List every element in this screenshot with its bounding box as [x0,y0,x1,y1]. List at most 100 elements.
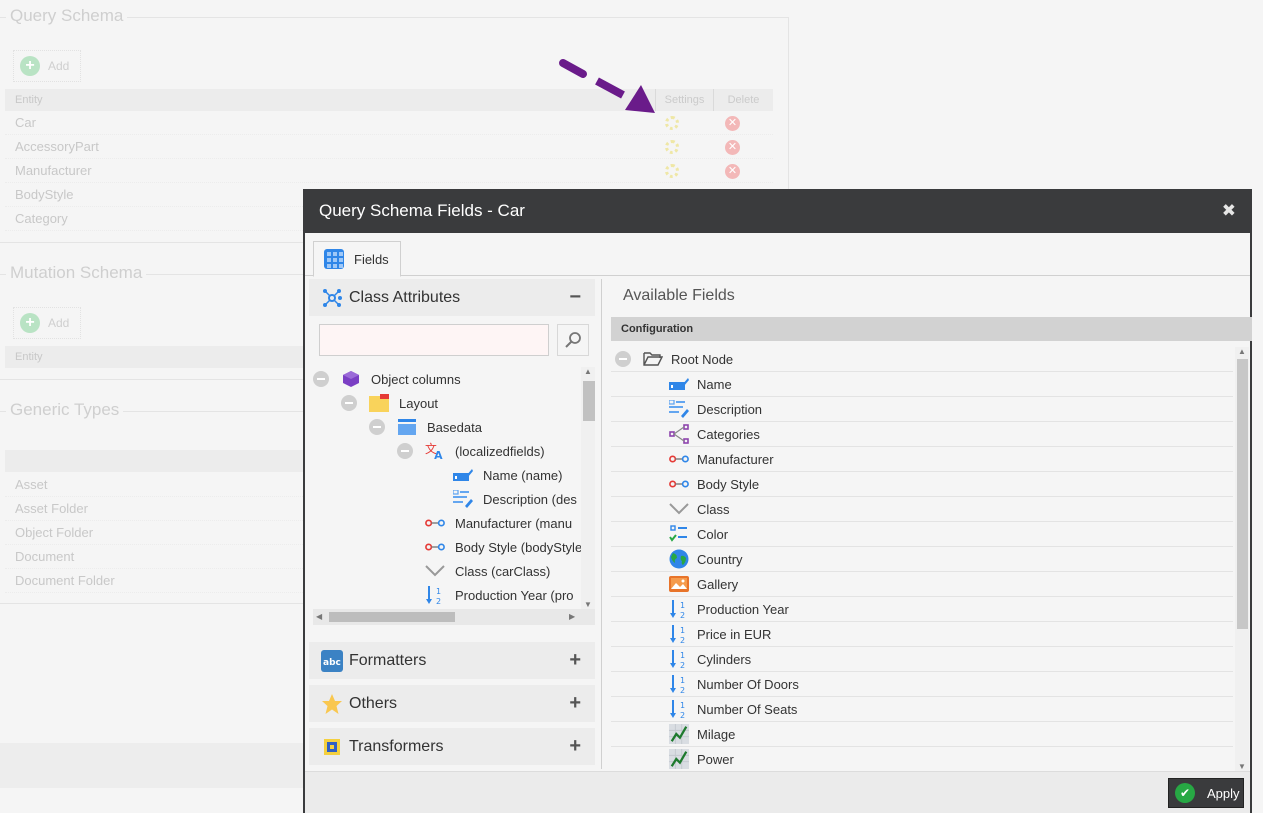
section-transformers[interactable]: Transformers + [309,728,595,765]
scroll-up-icon[interactable]: ▲ [584,367,592,376]
generic-types-header [5,450,305,472]
tree-node[interactable]: Manufacturer (manu [425,511,572,535]
apply-button[interactable]: ✔ Apply [1168,778,1244,808]
scroll-thumb[interactable] [1237,359,1248,629]
tree-node[interactable]: Basedata [369,415,482,439]
settings-gear-icon[interactable] [665,164,679,178]
table-row[interactable]: Document Folder [5,569,305,593]
delete-icon[interactable]: ✕ [725,164,740,179]
chip-icon [321,736,343,758]
tree-node[interactable]: Layout [341,391,438,415]
configuration-header[interactable]: Configuration [611,317,1252,341]
scroll-down-icon[interactable]: ▼ [584,600,592,609]
tree-node[interactable]: 文A (localizedfields) [397,439,545,463]
scroll-up-icon[interactable]: ▲ [1238,347,1246,356]
field-item[interactable]: 12 Production Year [611,597,1233,622]
grid-icon [324,249,344,269]
collapse-icon[interactable] [369,419,385,435]
scroll-thumb[interactable] [329,612,455,622]
star-icon [321,693,343,715]
collapse-icon[interactable] [397,443,413,459]
layout-folder-icon [369,393,389,413]
section-class-attributes[interactable]: Class Attributes − [309,279,595,316]
select-icon [425,561,445,581]
collapse-icon[interactable] [341,395,357,411]
mutation-add-button[interactable]: + Add [13,307,81,339]
table-row[interactable]: Asset Folder [5,497,305,521]
fields-vertical-scrollbar[interactable]: ▲ ▼ [1235,347,1249,771]
field-item[interactable]: Milage [611,722,1233,747]
tree-node[interactable]: Name (name) [453,463,562,487]
tree-node[interactable]: Object columns [313,367,461,391]
tab-label: Fields [354,251,389,267]
settings-gear-icon[interactable] [665,140,679,154]
collapse-icon[interactable] [313,371,329,387]
svg-text:A: A [434,449,443,461]
dialog-header: Query Schema Fields - Car ✖ [305,189,1250,233]
class-attributes-search-input[interactable] [319,324,549,356]
numeric-icon: 12 [669,624,689,644]
tab-fields[interactable]: Fields [313,241,401,277]
field-label: Number Of Doors [697,676,799,692]
delete-icon[interactable]: ✕ [725,116,740,131]
table-row[interactable]: Asset [5,473,305,497]
tree-horizontal-scrollbar[interactable]: ◀ ▶ [313,609,595,625]
table-row[interactable]: Manufacturer [5,159,773,183]
background-footer [0,743,305,788]
section-label: Transformers [349,737,444,755]
field-label: Number Of Seats [697,701,798,717]
annotation-arrow-icon [559,59,655,113]
generic-types-title: Generic Types [6,400,124,420]
apply-label: Apply [1207,785,1240,801]
table-row[interactable]: Object Folder [5,521,305,545]
expand-toggle[interactable]: + [569,649,581,672]
field-item[interactable]: 12 Cylinders [611,647,1233,672]
field-item[interactable]: 12 Number Of Seats [611,697,1233,722]
field-label: Class [697,501,730,517]
field-item[interactable]: Manufacturer [611,447,1233,472]
tree-label: Description (des [483,491,577,507]
close-icon[interactable]: ✖ [1222,189,1236,233]
root-node[interactable]: Root Node [611,347,1233,372]
table-row[interactable]: AccessoryPart [5,135,773,159]
field-item[interactable]: 12 Price in EUR [611,622,1233,647]
query-add-button[interactable]: + Add [13,50,81,82]
field-item[interactable]: Gallery [611,572,1233,597]
field-item[interactable]: Class [611,497,1233,522]
search-button[interactable] [557,324,589,356]
section-others[interactable]: Others + [309,685,595,722]
collapse-icon[interactable] [615,351,631,367]
scroll-left-icon[interactable]: ◀ [316,612,322,621]
expand-toggle[interactable]: + [569,735,581,758]
delete-header[interactable]: Delete [713,89,773,111]
panel-divider[interactable] [601,279,602,769]
svg-text:1: 1 [680,676,685,685]
tree-label: Layout [399,395,439,411]
tree-node[interactable]: Body Style (bodyStyle [425,535,581,559]
field-item[interactable]: Power [611,747,1233,771]
scroll-right-icon[interactable]: ▶ [569,612,575,621]
query-schema-title: Query Schema [6,6,128,26]
field-item[interactable]: Country [611,547,1233,572]
delete-icon[interactable]: ✕ [725,140,740,155]
collapse-toggle[interactable]: − [569,286,581,309]
section-formatters[interactable]: abc Formatters + [309,642,595,679]
mutation-entity-header[interactable]: Entity [5,346,305,368]
settings-gear-icon[interactable] [665,116,679,130]
tree-node[interactable]: Description (des [453,487,577,511]
tree-node[interactable]: 12 Production Year (pro [425,583,574,607]
scroll-down-icon[interactable]: ▼ [1238,762,1246,771]
field-item[interactable]: Body Style [611,472,1233,497]
table-row[interactable]: Document [5,545,305,569]
svg-text:1: 1 [680,701,685,710]
field-item[interactable]: 12 Number Of Doors [611,672,1233,697]
field-item[interactable]: Color [611,522,1233,547]
field-item[interactable]: Categories [611,422,1233,447]
svg-text:2: 2 [436,597,441,605]
tree-node[interactable]: Class (carClass) [425,559,550,583]
field-item[interactable]: Name [611,372,1233,397]
expand-toggle[interactable]: + [569,692,581,715]
field-item[interactable]: Description [611,397,1233,422]
tree-vertical-scrollbar[interactable]: ▲ ▼ [581,367,595,609]
scroll-thumb[interactable] [583,381,595,421]
